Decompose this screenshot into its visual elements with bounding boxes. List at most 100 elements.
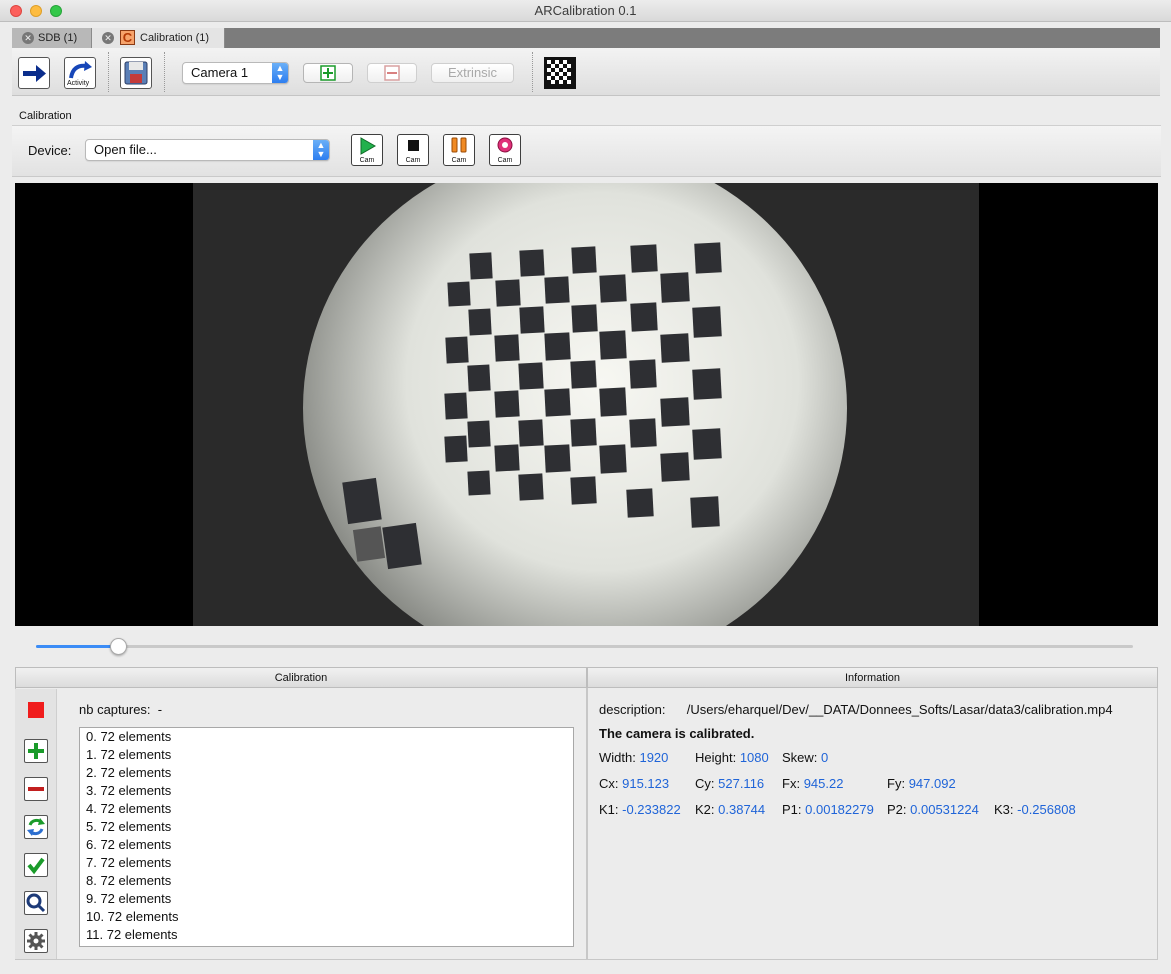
list-item[interactable]: 8. 72 elements [80, 872, 573, 890]
k1-label: K1: [599, 802, 619, 817]
chessboard-button[interactable] [544, 57, 576, 89]
toolbar-separator [108, 52, 109, 92]
k3-row: K3: -0.256808 [994, 802, 1076, 817]
k2-label: K2: [695, 802, 715, 817]
floppy-disk-icon [124, 61, 148, 85]
remove-camera-button[interactable] [367, 63, 417, 83]
description-row: description: /Users/eharquel/Dev/__DATA/… [599, 702, 1113, 717]
chevron-updown-icon: ▲ ▼ [313, 140, 329, 160]
cam-label: Cam [359, 157, 375, 164]
k3-value: -0.256808 [1017, 802, 1076, 817]
video-view[interactable] [15, 183, 1158, 626]
stop-cam-button[interactable]: Cam [397, 134, 429, 166]
cam-label: Cam [451, 157, 467, 164]
play-cam-button[interactable]: Cam [351, 134, 383, 166]
plus-icon [28, 743, 44, 759]
minus-icon [384, 65, 400, 81]
fx-row: Fx: 945.22 [782, 776, 843, 791]
minus-icon [28, 787, 44, 791]
tab-strip: ✕ SDB (1) ✕ C Calibration (1) [12, 28, 1160, 48]
list-item[interactable]: 1. 72 elements [80, 746, 573, 764]
tab-calibration[interactable]: ✕ C Calibration (1) [92, 28, 225, 48]
calibration-panel-header: Calibration [15, 667, 587, 688]
p1-value: 0.00182279 [805, 802, 874, 817]
settings-button[interactable] [24, 929, 48, 953]
captures-list[interactable]: 0. 72 elements 1. 72 elements 2. 72 elem… [79, 727, 574, 947]
description-label: description: [599, 702, 666, 717]
zoom-window-button[interactable] [50, 5, 62, 17]
fy-label: Fy: [887, 776, 906, 791]
add-capture-button[interactable] [24, 739, 48, 763]
save-button[interactable] [120, 57, 152, 89]
timeline-slider-track[interactable] [36, 645, 1133, 648]
close-window-button[interactable] [10, 5, 22, 17]
p2-value: 0.00531224 [910, 802, 979, 817]
cx-label: Cx: [599, 776, 619, 791]
camera-select[interactable]: Camera 1 ▲ ▼ [182, 62, 289, 84]
pause-icon [451, 137, 467, 153]
cy-row: Cy: 527.116 [695, 776, 764, 791]
nb-captures-value: - [157, 702, 163, 717]
p1-row: P1: 0.00182279 [782, 802, 874, 817]
tab-sdb[interactable]: ✕ SDB (1) [12, 28, 92, 48]
calibration-group-title: Calibration [19, 110, 72, 122]
nb-captures-label: nb captures: [79, 702, 151, 717]
list-item[interactable]: 3. 72 elements [80, 782, 573, 800]
tab-label: Calibration (1) [140, 32, 210, 44]
list-item[interactable]: 10. 72 elements [80, 908, 573, 926]
refresh-button[interactable] [24, 815, 48, 839]
forward-button[interactable] [18, 57, 50, 89]
skew-row: Skew: 0 [782, 750, 828, 765]
k1-value: -0.233822 [622, 802, 681, 817]
camera-select-value: Camera 1 [191, 65, 249, 80]
width-value: 1920 [639, 750, 669, 765]
skew-value: 0 [821, 750, 829, 765]
fx-value: 945.22 [803, 776, 844, 791]
plus-icon [320, 65, 336, 81]
calibration-tab-icon: C [120, 30, 135, 45]
list-item[interactable]: 9. 72 elements [80, 890, 573, 908]
gear-icon [27, 932, 45, 950]
information-panel-header: Information [587, 667, 1158, 688]
list-item[interactable]: 11. 72 elements [80, 926, 573, 944]
list-item[interactable]: 0. 72 elements [80, 728, 573, 746]
activity-button[interactable]: Activity [64, 57, 96, 89]
list-item[interactable]: 7. 72 elements [80, 854, 573, 872]
validate-button[interactable] [24, 853, 48, 877]
checkmark-icon [27, 857, 45, 875]
chevron-updown-icon: ▲ ▼ [272, 63, 288, 83]
device-label: Device: [28, 143, 72, 158]
list-item[interactable]: 4. 72 elements [80, 800, 573, 818]
device-select[interactable]: Open file... ▲ ▼ [85, 139, 330, 161]
extrinsic-button[interactable]: Extrinsic [431, 63, 514, 83]
tab-label: SDB (1) [38, 32, 78, 44]
stop-icon [408, 140, 419, 151]
height-row: Height: 1080 [695, 750, 769, 765]
cx-row: Cx: 915.123 [599, 776, 669, 791]
inspect-button[interactable] [24, 891, 48, 915]
device-select-value: Open file... [94, 142, 157, 157]
add-camera-button[interactable] [303, 63, 353, 83]
k1-row: K1: -0.233822 [599, 802, 681, 817]
nb-captures: nb captures: - [79, 702, 162, 717]
resolution-row: Width: 1920 [599, 750, 668, 765]
fy-value: 947.092 [908, 776, 956, 791]
minimize-window-button[interactable] [30, 5, 42, 17]
fy-row: Fy: 947.092 [887, 776, 956, 791]
calibration-status: The camera is calibrated. [599, 726, 755, 741]
cy-value: 527.116 [718, 776, 765, 791]
cam-label: Cam [405, 157, 421, 164]
remove-capture-button[interactable] [24, 777, 48, 801]
record-cam-button[interactable]: Cam [489, 134, 521, 166]
title-bar: ARCalibration 0.1 [0, 0, 1171, 22]
pause-cam-button[interactable]: Cam [443, 134, 475, 166]
stop-record-icon[interactable] [28, 702, 44, 718]
chessboard-icon [544, 57, 576, 89]
close-tab-icon[interactable]: ✕ [102, 32, 114, 44]
timeline-slider-knob[interactable] [109, 638, 127, 655]
close-tab-icon[interactable]: ✕ [22, 32, 34, 44]
list-item[interactable]: 2. 72 elements [80, 764, 573, 782]
list-item[interactable]: 6. 72 elements [80, 836, 573, 854]
k2-value: 0.38744 [718, 802, 766, 817]
list-item[interactable]: 5. 72 elements [80, 818, 573, 836]
